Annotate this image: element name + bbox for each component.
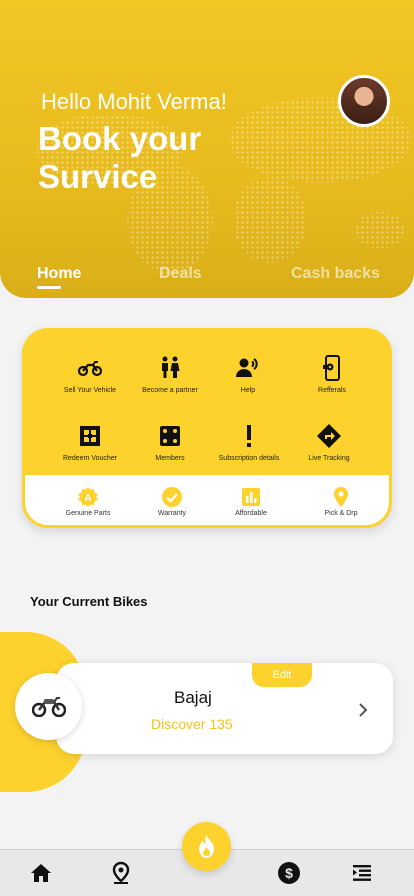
service-referrals[interactable]: Refferals (286, 355, 378, 394)
motorcycle-image-icon (32, 697, 66, 717)
location-pin-icon (334, 487, 348, 507)
section-title-current-bikes: Your Current Bikes (30, 594, 148, 609)
service-label: Live Tracking (308, 455, 350, 462)
features-strip: A Genuine Parts Warranty Affordable Pick… (25, 475, 389, 525)
service-redeem-voucher[interactable]: Redeem Voucher (44, 423, 136, 462)
bike-brand: Bajaj (174, 688, 212, 707)
exclamation-icon (247, 425, 251, 447)
service-label: Subscription details (218, 455, 280, 462)
location-pin-icon[interactable] (109, 861, 133, 885)
edit-button[interactable]: Edit (252, 663, 312, 687)
svg-text:A: A (84, 493, 91, 504)
bar-chart-icon (242, 488, 260, 506)
voucher-icon (80, 426, 100, 446)
services-card: Sell Your Vehicle Become a partner Help … (22, 328, 392, 528)
directions-icon (317, 424, 341, 448)
active-tab-indicator (37, 286, 61, 289)
service-label: Redeem Voucher (62, 455, 118, 462)
feature-label: Pick & Drp (324, 510, 358, 517)
tab-home[interactable]: Home (37, 265, 81, 283)
service-label: Help (240, 387, 256, 394)
tab-cash-backs[interactable]: Cash backs (291, 265, 380, 283)
feature-pick-drop[interactable]: Pick & Drp (301, 486, 381, 517)
dice-icon (160, 426, 180, 446)
fire-action-button[interactable] (182, 822, 231, 871)
page-headline: Book your Survice (38, 120, 202, 195)
service-label: Sell Your Vehicle (63, 387, 117, 394)
motorcycle-icon (77, 361, 103, 377)
badge-icon: A (78, 487, 98, 507)
bike-image (15, 673, 82, 740)
support-agent-icon (236, 358, 258, 377)
phone-settings-icon (323, 355, 340, 381)
service-live-tracking[interactable]: Live Tracking (283, 423, 375, 462)
feature-label: Warranty (157, 510, 187, 517)
service-subscription-details[interactable]: Subscription details (203, 423, 295, 462)
service-help[interactable]: Help (202, 355, 294, 394)
people-icon (162, 356, 180, 378)
home-icon[interactable] (29, 861, 53, 885)
feature-warranty[interactable]: Warranty (132, 486, 212, 517)
svg-text:$: $ (285, 865, 293, 881)
tab-deals[interactable]: Deals (159, 265, 202, 283)
avatar[interactable] (338, 75, 390, 127)
service-label: Refferals (318, 387, 346, 394)
bike-model: Discover 135 (151, 716, 233, 732)
check-circle-icon (162, 487, 182, 507)
feature-affordable[interactable]: Affordable (211, 486, 291, 517)
fire-icon (199, 835, 214, 858)
dollar-icon[interactable]: $ (277, 861, 301, 885)
feature-genuine-parts[interactable]: A Genuine Parts (48, 486, 128, 517)
feature-label: Affordable (235, 510, 267, 517)
header-banner: Hello Mohit Verma! Book your Survice Hom… (0, 0, 414, 298)
menu-icon[interactable] (350, 861, 374, 885)
feature-label: Genuine Parts (65, 510, 111, 517)
chevron-right-icon[interactable] (356, 703, 370, 717)
service-sell-vehicle[interactable]: Sell Your Vehicle (44, 355, 136, 394)
tab-bar: Home Deals Cash backs (0, 265, 414, 291)
greeting-text: Hello Mohit Verma! (41, 89, 227, 114)
bike-card[interactable]: Edit Bajaj Discover 135 (56, 663, 393, 754)
